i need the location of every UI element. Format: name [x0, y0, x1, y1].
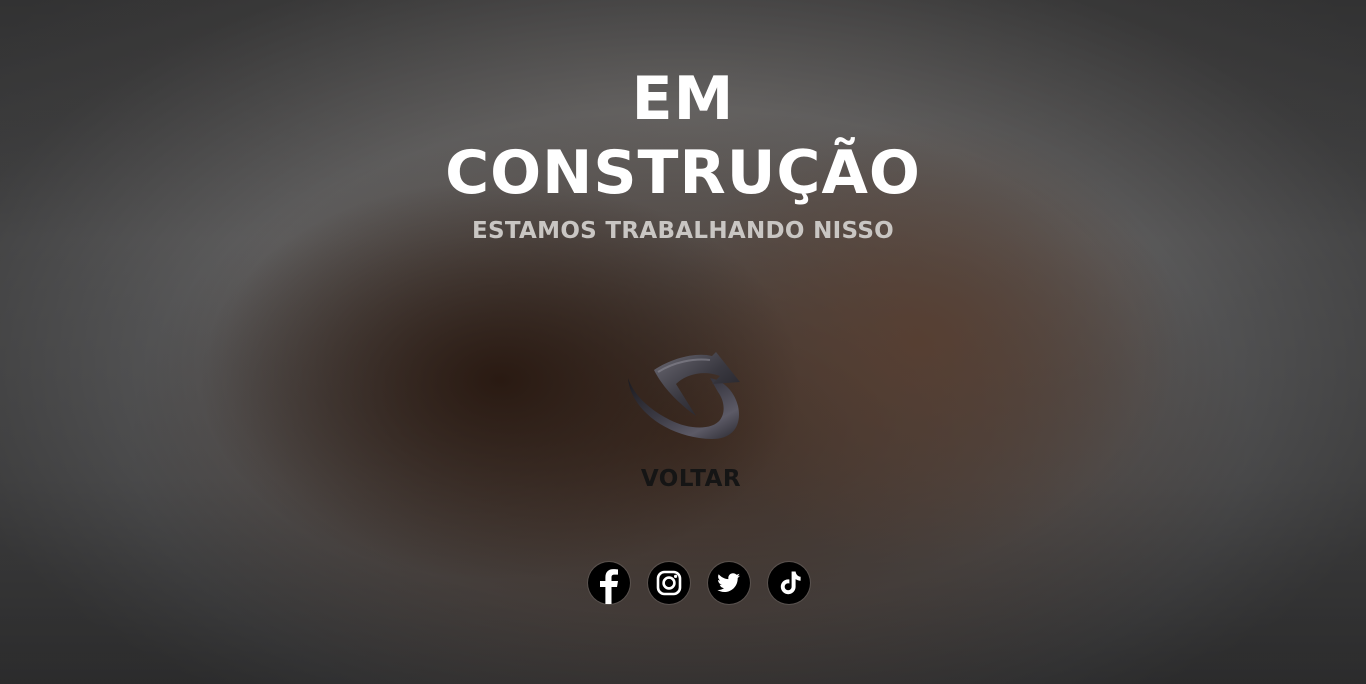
- tiktok-link[interactable]: [768, 562, 810, 604]
- twitter-link[interactable]: [708, 562, 750, 604]
- page-title-line-1: EM: [631, 64, 735, 134]
- twitter-icon: [717, 573, 740, 592]
- page-subtitle: ESTAMOS TRABALHANDO NISSO: [471, 218, 895, 244]
- back-button-label[interactable]: VOLTAR: [600, 464, 782, 494]
- back-button[interactable]: VOLTAR: [600, 344, 780, 504]
- curved-back-arrow-icon[interactable]: [624, 350, 746, 446]
- facebook-link[interactable]: [588, 562, 630, 604]
- social-links: [588, 562, 810, 604]
- instagram-icon: [656, 570, 682, 596]
- instagram-link[interactable]: [648, 562, 690, 604]
- page-title-line-2: CONSTRUÇÃO: [445, 138, 921, 208]
- facebook-icon: [600, 569, 618, 604]
- main-content: EM CONSTRUÇÃO ESTAMOS TRABALHANDO NISSO: [0, 0, 1366, 684]
- tiktok-icon: [780, 571, 801, 595]
